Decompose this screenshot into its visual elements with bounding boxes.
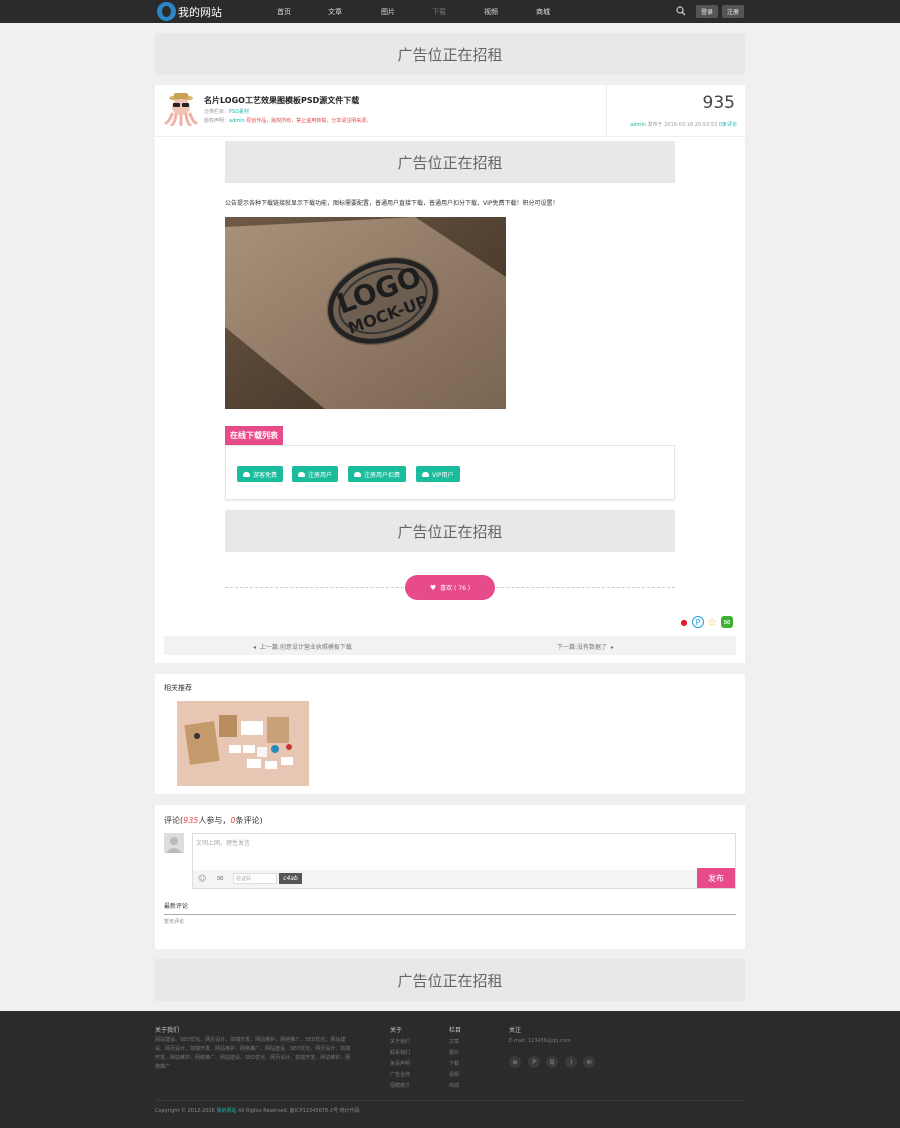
ad-banner-article-top[interactable]: 广告位正在招租: [225, 141, 675, 183]
download-list-tag: 在线下载列表: [225, 426, 283, 445]
footer-divider: [155, 1100, 744, 1101]
header-divider: [155, 136, 745, 137]
footer-email: E-mail: 123456@qq.com: [509, 1038, 571, 1044]
latest-divider: [164, 914, 736, 915]
favorite-share-icon[interactable]: ☆: [706, 616, 718, 629]
footer-link[interactable]: 招聘英才: [390, 1082, 410, 1089]
top-navbar: 我的网站 首页 文章 图片 下载 视频 商城 登录 注册: [0, 0, 900, 23]
site-name-link[interactable]: 我的网站: [216, 1108, 236, 1114]
login-button[interactable]: 登录: [696, 5, 718, 18]
footer-link[interactable]: 视频: [449, 1071, 459, 1078]
footer-about-title: 关于我们: [155, 1027, 180, 1034]
category-prefix: 分类栏目：: [204, 109, 230, 115]
rss-icon[interactable]: ): [565, 1056, 577, 1068]
comment-form: 文明上网，理性发言 ☺ ✉ 验证码 c4ab 发布: [192, 833, 736, 889]
qzone-share-icon[interactable]: P: [692, 616, 704, 628]
related-item-image[interactable]: [177, 701, 309, 786]
weibo-share-icon[interactable]: ●: [678, 616, 690, 628]
qq-icon[interactable]: Q: [546, 1056, 558, 1068]
copyright: Copyright © 2012-2016 我的网站 All Rights Re…: [155, 1108, 360, 1114]
participant-count: 935: [183, 816, 199, 825]
footer-link[interactable]: 免责声明: [390, 1060, 410, 1067]
footer-about-text: 网站建设、SEO优化、网页设计、前端开发、网站维护、网络推广、SEO优化、网站建…: [155, 1037, 351, 1070]
download-list-box: 游客免费 注册用户 注册用户扣费 VIP用户: [225, 445, 675, 500]
author-link[interactable]: admin: [229, 118, 245, 124]
ad-banner-article-bottom[interactable]: 广告位正在招租: [225, 510, 675, 552]
nav-item-home[interactable]: 首页: [277, 7, 291, 17]
article-title: 名片LOGO工艺效果图模板PSD源文件下载: [204, 96, 360, 105]
next-article-link[interactable]: 下一篇:没有数据了 ▸: [557, 642, 614, 651]
meta-comments[interactable]: 0条评论: [719, 122, 737, 128]
post-meta: admin 发布于 2016-03-16 20:53:53 0条评论: [630, 121, 737, 128]
register-button[interactable]: 注册: [722, 5, 744, 18]
view-count: 935: [702, 93, 735, 113]
logo-text: 我的网站: [178, 5, 222, 19]
heart-icon: ♥: [429, 583, 437, 592]
cloud-download-icon: [422, 471, 429, 477]
footer-link[interactable]: 图片: [449, 1049, 459, 1056]
cloud-download-icon: [298, 471, 305, 477]
site-logo[interactable]: 我的网站: [157, 2, 222, 21]
footer-col-columns-title: 栏目: [449, 1027, 462, 1034]
footer-link[interactable]: 关于我们: [390, 1038, 410, 1045]
related-title: 相关推荐: [164, 684, 192, 692]
ad-banner-bottom[interactable]: 广告位正在招租: [155, 959, 745, 1001]
footer-link[interactable]: 商城: [449, 1082, 459, 1089]
footer-link[interactable]: 下载: [449, 1060, 459, 1067]
download-member-button[interactable]: 注册用户: [292, 466, 339, 482]
latest-comments-title: 最新评论: [164, 903, 189, 910]
nav-item-images[interactable]: 图片: [381, 7, 395, 17]
download-guest-button[interactable]: 游客免费: [237, 466, 284, 482]
meta-time: 发布于 2016-03-16 20:53:53: [647, 122, 718, 128]
meta-author[interactable]: admin: [630, 122, 646, 128]
cloud-download-icon: [354, 471, 361, 477]
footer-link[interactable]: 联系我们: [390, 1049, 410, 1056]
comments-title: 评论(935人参与，0条评论): [164, 816, 263, 825]
no-comments-text: 暂无评论: [164, 919, 185, 925]
nav-item-articles[interactable]: 文章: [328, 7, 342, 17]
weibo-icon[interactable]: w: [509, 1056, 521, 1068]
commenter-avatar: [164, 833, 184, 853]
article-photo: LOGO MOCK-UP: [225, 217, 506, 409]
logo-icon: [157, 2, 176, 21]
search-icon[interactable]: [676, 6, 686, 16]
nav-item-shop[interactable]: 商城: [536, 7, 550, 17]
ad-banner-top[interactable]: 广告位正在招租: [155, 33, 745, 75]
prev-article-link[interactable]: ◂ 上一篇:创意设计营业执照模板下载: [253, 642, 352, 651]
wechat-share-icon[interactable]: ✉: [721, 616, 733, 628]
nav-item-downloads[interactable]: 下载: [432, 7, 446, 17]
comment-textarea[interactable]: 文明上网，理性发言: [196, 838, 250, 847]
footer-link[interactable]: 文章: [449, 1038, 459, 1045]
prev-next-bar: ◂ 上一篇:创意设计营业执照模板下载 下一篇:没有数据了 ▸: [164, 636, 736, 655]
comment-toolbar: ☺ ✉ 验证码 c4ab: [193, 870, 735, 888]
copyright-text: 原创作品，版权所有，禁止盗用转载，分享请注明来源。: [246, 118, 372, 124]
cloud-download-icon: [243, 471, 250, 477]
view-count-box: 935 admin 发布于 2016-03-16 20:53:53 0条评论: [606, 85, 745, 136]
captcha-image[interactable]: c4ab: [279, 873, 302, 884]
category-link[interactable]: PSD素材: [229, 109, 249, 115]
nav-item-videos[interactable]: 视频: [484, 7, 498, 17]
download-vip-button[interactable]: VIP用户: [416, 466, 460, 482]
wechat-icon[interactable]: ✉: [583, 1056, 595, 1068]
footer-col-about-title: 关于: [390, 1027, 403, 1034]
article-intro: 公告提示各种下载链接就显示下载功能，图标需要配置，普通用户直接下载，普通用户扣分…: [225, 200, 559, 207]
article-copyright-line: 版权声明：admin 原创作品，版权所有，禁止盗用转载，分享请注明来源。: [204, 117, 371, 124]
article-category-line: 分类栏目：PSD素材: [204, 108, 249, 115]
captcha-input[interactable]: 验证码: [233, 873, 277, 884]
like-button[interactable]: ♥ 喜欢 ( 76 ): [405, 575, 495, 600]
footer-follow-title: 关注: [509, 1027, 522, 1034]
footer-link[interactable]: 广告合作: [390, 1071, 410, 1078]
emoji-icon[interactable]: ☺: [198, 874, 206, 883]
download-member-paid-button[interactable]: 注册用户扣费: [348, 466, 407, 482]
pinterest-icon[interactable]: P: [528, 1056, 540, 1068]
mail-icon[interactable]: ✉: [217, 874, 224, 883]
author-avatar[interactable]: [163, 92, 199, 126]
comment-submit-button[interactable]: 发布: [697, 868, 735, 888]
copyright-prefix: 版权声明：: [204, 118, 230, 124]
